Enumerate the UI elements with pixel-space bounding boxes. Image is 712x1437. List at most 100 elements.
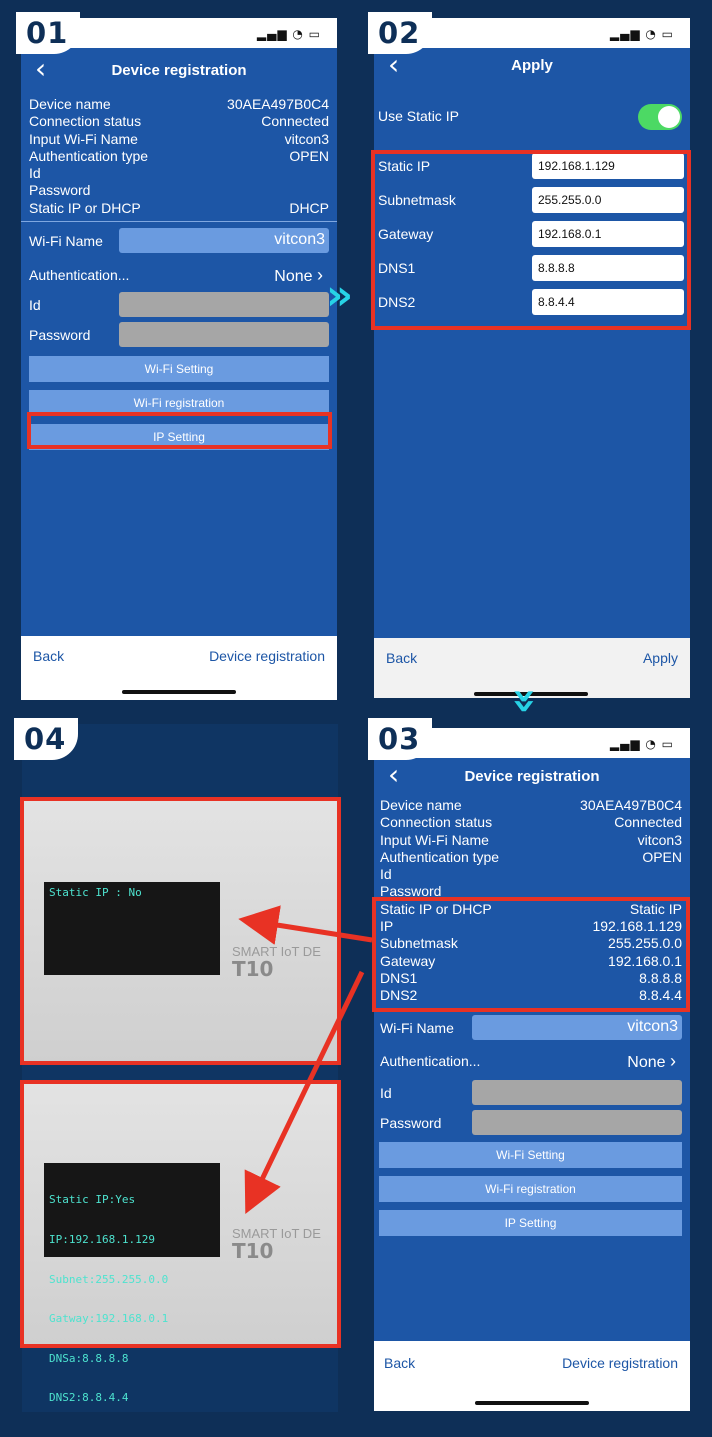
id-input[interactable] [472, 1079, 682, 1105]
static-ip-toggle[interactable] [638, 104, 682, 130]
nav-bar: ‹ Apply [374, 48, 690, 82]
info-label: Id [380, 866, 392, 883]
info-row: Device name 30AEA497B0C4 [380, 797, 682, 814]
id-input[interactable] [119, 292, 329, 318]
info-label: Input Wi-Fi Name [380, 831, 489, 848]
wifi-name-field: Wi-Fi Name vitcon3 [21, 226, 337, 260]
lcd-line: DNSa:8.8.8.8 [49, 1351, 129, 1365]
info-label: Authentication type [380, 848, 500, 865]
info-label: Id [29, 165, 41, 182]
info-row: Connection status Connected [29, 113, 329, 130]
info-row: Authentication type OPEN [29, 148, 329, 165]
id-field: Id [21, 290, 337, 320]
chevron-right-icon: › [670, 1050, 676, 1071]
page-title: Device registration [111, 61, 247, 79]
highlight-ip-fields [371, 150, 691, 330]
authentication-value: None › [627, 1050, 676, 1071]
authentication-value: None › [274, 265, 323, 286]
info-value: 30AEA497B0C4 [580, 797, 682, 813]
highlight-ip-setting [27, 412, 332, 449]
info-row: Input Wi-Fi Name vitcon3 [380, 832, 682, 849]
device-registration-button[interactable]: Device registration [209, 648, 325, 664]
info-row: Id [29, 165, 329, 182]
info-label: Connection status [29, 113, 142, 130]
signal-wifi-battery-icon: ▂▄▆ ◔ ▭ [609, 27, 674, 41]
ip-setting-button[interactable]: IP Setting [379, 1209, 682, 1236]
wifi-name-input[interactable]: vitcon3 [119, 228, 329, 254]
info-value: Connected [614, 814, 682, 831]
password-label: Password [29, 327, 91, 344]
chevron-right-icon: › [317, 265, 323, 286]
info-value: DHCP [289, 199, 329, 216]
authentication-label: Authentication... [380, 1052, 481, 1069]
home-indicator [475, 1401, 589, 1405]
id-label: Id [380, 1084, 392, 1101]
info-row: Static IP or DHCP DHCP [29, 200, 329, 217]
step-badge-03: 03 [368, 718, 433, 760]
step-badge-04: 04 [14, 718, 79, 760]
highlight-device-after [20, 1080, 341, 1348]
id-label: Id [29, 297, 41, 314]
info-value: Connected [261, 113, 329, 130]
info-label: Connection status [380, 814, 493, 831]
password-input[interactable] [472, 1109, 682, 1135]
password-input[interactable] [119, 322, 329, 348]
info-label: Device name [29, 96, 111, 112]
authentication-row[interactable]: Authentication... None › [21, 260, 337, 290]
chevron-left-icon[interactable]: ‹ [388, 758, 399, 791]
back-button[interactable]: Back [33, 648, 64, 664]
info-label: Password [29, 182, 91, 199]
info-label: Input Wi-Fi Name [29, 130, 138, 147]
page-title: Apply [511, 56, 553, 74]
wifi-name-label: Wi-Fi Name [29, 233, 103, 250]
wifi-setting-button[interactable]: Wi-Fi Setting [29, 356, 329, 383]
info-label: Authentication type [29, 147, 149, 164]
password-field: Password [374, 1108, 690, 1138]
authentication-row[interactable]: Authentication... None › [374, 1046, 690, 1078]
wifi-name-field: Wi-Fi Name vitcon3 [374, 1013, 690, 1046]
device-info: Device name 30AEA497B0C4 Connection statu… [21, 92, 337, 217]
info-value: 30AEA497B0C4 [227, 96, 329, 112]
bottom-bar: Back Device registration [374, 1341, 690, 1411]
apply-button[interactable]: Apply [643, 650, 678, 666]
use-static-ip-label: Use Static IP [378, 108, 459, 124]
info-value: vitcon3 [637, 831, 682, 848]
double-chevron-down-icon: » [501, 687, 551, 715]
phone-screen-apply: ▂▄▆ ◔ ▭ ‹ Apply Use Static IP Static IP 1… [374, 18, 690, 698]
toggle-knob [658, 106, 680, 128]
password-field: Password [21, 320, 337, 350]
wifi-setting-button[interactable]: Wi-Fi Setting [379, 1141, 682, 1168]
info-label: Static IP or DHCP [29, 199, 141, 216]
use-static-ip-row: Use Static IP [374, 82, 690, 142]
bottom-bar: Back Device registration [21, 636, 337, 700]
chevron-left-icon[interactable]: ‹ [35, 52, 46, 85]
password-label: Password [380, 1114, 442, 1131]
home-indicator [122, 690, 236, 694]
info-row: Id [380, 866, 682, 883]
device-registration-button[interactable]: Device registration [562, 1355, 678, 1371]
info-value: vitcon3 [284, 130, 329, 147]
divider [21, 221, 337, 223]
info-row: Input Wi-Fi Name vitcon3 [29, 131, 329, 148]
nav-bar: ‹ Device registration [21, 48, 337, 92]
info-row: Connection status Connected [380, 814, 682, 831]
info-row: Device name 30AEA497B0C4 [29, 96, 329, 113]
wifi-registration-button[interactable]: Wi-Fi registration [379, 1175, 682, 1202]
page-title: Device registration [464, 767, 600, 785]
info-value: OPEN [289, 147, 329, 164]
phone-screen-device-registration-result: ▂▄▆ ◔ ▭ ‹ Device registration Device nam… [374, 728, 690, 1411]
signal-wifi-battery-icon: ▂▄▆ ◔ ▭ [256, 27, 321, 41]
signal-wifi-battery-icon: ▂▄▆ ◔ ▭ [609, 737, 674, 751]
back-button[interactable]: Back [386, 650, 417, 666]
highlight-ip-info [372, 897, 690, 1012]
wifi-name-input[interactable]: vitcon3 [472, 1014, 682, 1040]
step-badge-01: 01 [16, 12, 81, 54]
lcd-line: DNS2:8.8.4.4 [49, 1391, 129, 1405]
info-row: Authentication type OPEN [380, 849, 682, 866]
back-button[interactable]: Back [384, 1355, 415, 1371]
phone-screen-device-registration: ▂▄▆ ◔ ▭ ‹ Device registration Device nam… [21, 18, 337, 700]
info-value: OPEN [642, 848, 682, 865]
nav-bar: ‹ Device registration [374, 758, 690, 794]
highlight-device-before [20, 797, 341, 1065]
info-label: Device name [380, 797, 462, 813]
